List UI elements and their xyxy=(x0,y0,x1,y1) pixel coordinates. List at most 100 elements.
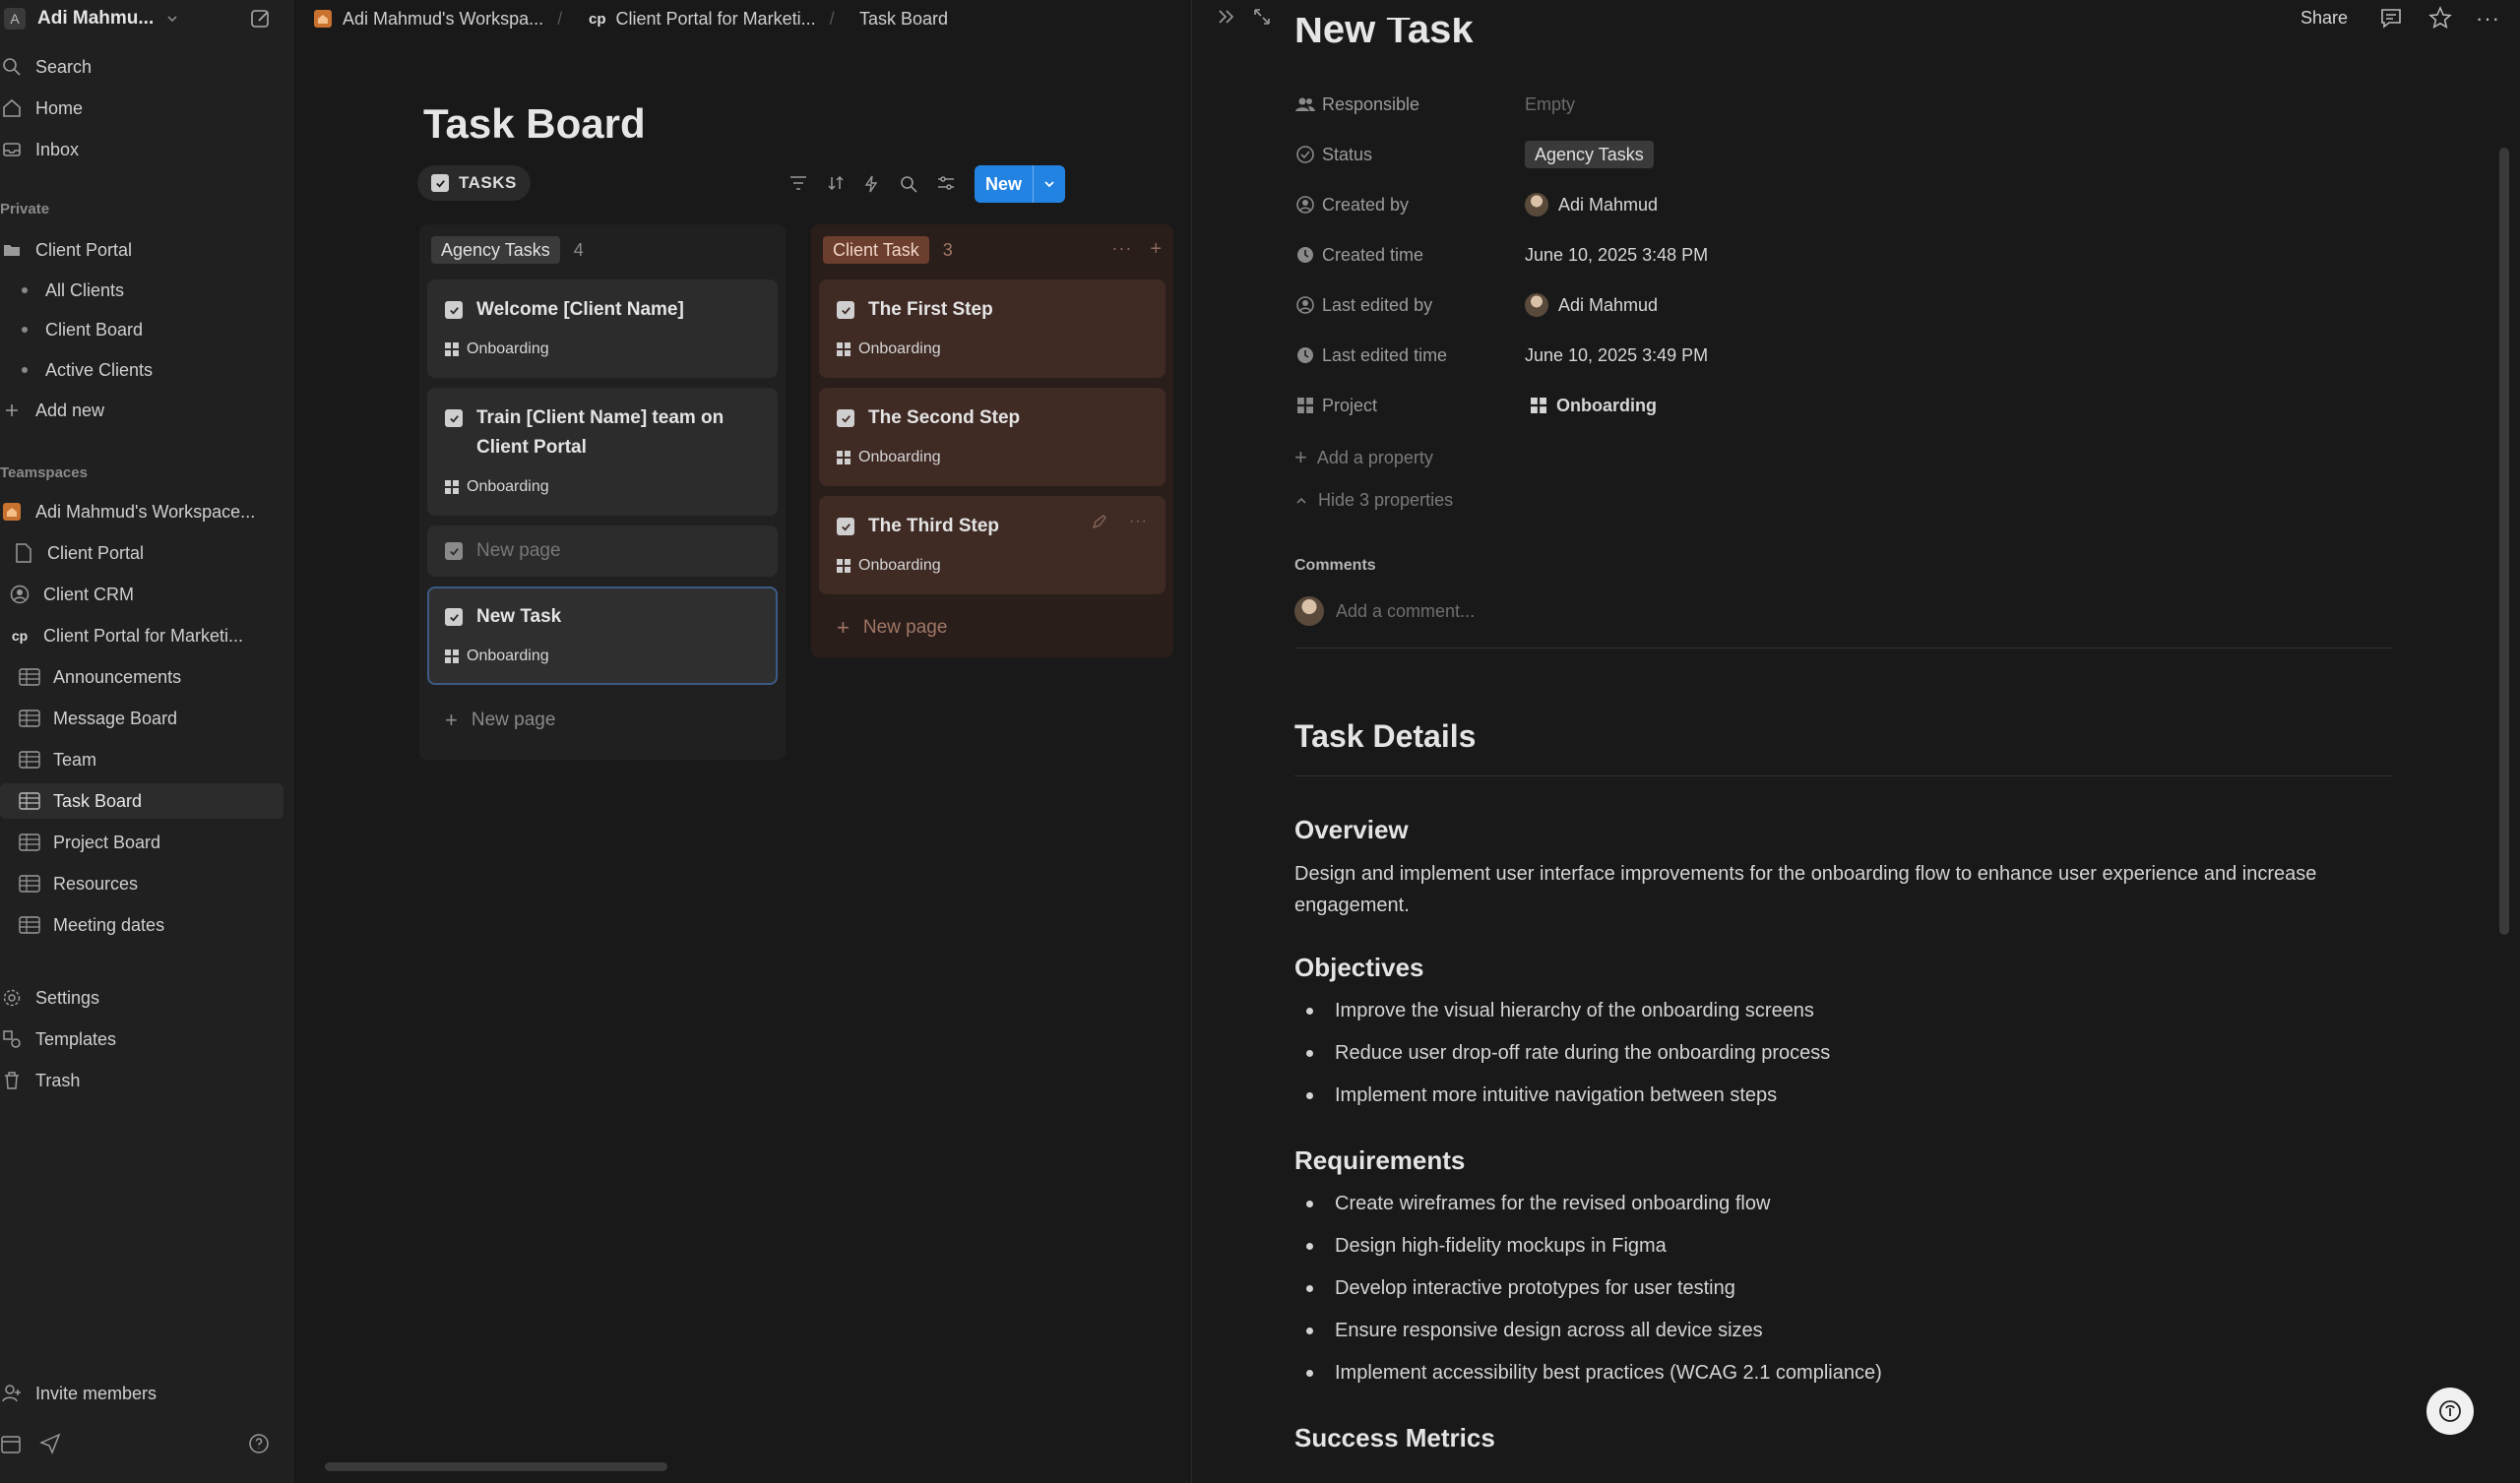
sidebar-item-client-portal-page[interactable]: Client Portal xyxy=(0,535,285,571)
card-title-text: New Task xyxy=(476,606,562,627)
column-tag[interactable]: Agency Tasks xyxy=(431,236,560,264)
property-created-time[interactable]: Created time June 10, 2025 3:48 PM xyxy=(1294,235,2476,275)
board-card[interactable]: The Second Step Onboarding xyxy=(819,388,1166,486)
new-page-icon[interactable] xyxy=(249,7,273,31)
property-created-by[interactable]: Created by Adi Mahmud xyxy=(1294,185,2476,224)
add-new-page-button[interactable]: + New page xyxy=(427,697,778,744)
plus-icon: + xyxy=(837,615,850,640)
overview-text: Design and implement user interface impr… xyxy=(1294,863,2317,916)
horizontal-scrollbar[interactable] xyxy=(325,1462,667,1471)
sidebar-item-announcements[interactable]: Announcements xyxy=(0,659,285,695)
sidebar-item-inbox[interactable]: Inbox xyxy=(0,132,285,167)
sidebar-item-meeting-dates[interactable]: Meeting dates xyxy=(0,907,285,943)
card-project-text: Onboarding xyxy=(858,340,941,357)
comment-icon[interactable] xyxy=(2379,6,2403,30)
filter-icon[interactable] xyxy=(789,175,807,191)
send-icon[interactable] xyxy=(39,1433,61,1454)
settings-sliders-icon[interactable] xyxy=(937,175,955,191)
help-icon[interactable] xyxy=(248,1433,270,1454)
expand-icon[interactable] xyxy=(1251,6,1273,28)
card-title: Train [Client Name] team on Client Porta… xyxy=(445,403,770,463)
column-header: Client Task 3 xyxy=(823,236,953,264)
sidebar-item-client-crm[interactable]: Client CRM xyxy=(0,577,285,612)
breadcrumb-item-task-board[interactable]: Task Board xyxy=(859,0,948,37)
sidebar-item-client-portal-marketing[interactable]: cp Client Portal for Marketi... xyxy=(0,618,285,653)
column-tag[interactable]: Client Task xyxy=(823,236,929,264)
sidebar-item-label: Adi Mahmud's Workspace... xyxy=(35,501,256,522)
grid-icon xyxy=(445,342,459,356)
add-property-button[interactable]: + Add a property xyxy=(1294,445,1433,470)
vertical-scrollbar[interactable] xyxy=(2499,148,2509,935)
add-new-page-button[interactable]: + New page xyxy=(819,604,1166,651)
grid-icon xyxy=(837,559,850,573)
add-user-icon xyxy=(0,1382,24,1405)
sidebar-item-settings[interactable]: Settings xyxy=(0,980,285,1016)
card-project-text: Onboarding xyxy=(467,478,549,495)
cp-icon: cp xyxy=(11,628,29,644)
breadcrumb-item-workspace[interactable]: Adi Mahmud's Workspa... / xyxy=(313,0,576,37)
board-card[interactable]: Train [Client Name] team on Client Porta… xyxy=(427,388,778,516)
sidebar-item-all-clients[interactable]: All Clients xyxy=(0,273,285,308)
calendar-icon[interactable] xyxy=(0,1433,22,1454)
sort-icon[interactable] xyxy=(827,175,845,191)
property-responsible[interactable]: Responsible Empty xyxy=(1294,85,2476,124)
card-project: Onboarding xyxy=(445,340,549,358)
add-new-page-label: New page xyxy=(471,710,556,730)
board-card[interactable]: The Third Step ··· Onboarding xyxy=(819,496,1166,594)
page-title[interactable]: New Task xyxy=(1294,18,1474,52)
tab-tasks[interactable]: TASKS xyxy=(417,165,531,201)
property-last-edited-time[interactable]: Last edited time June 10, 2025 3:49 PM xyxy=(1294,336,2476,375)
invite-members-button[interactable]: Invite members xyxy=(0,1376,285,1411)
edit-icon[interactable] xyxy=(1092,514,1107,529)
column-count: 4 xyxy=(573,239,584,260)
property-last-edited-by[interactable]: Last edited by Adi Mahmud xyxy=(1294,285,2476,325)
sidebar-item-label: Client Board xyxy=(45,319,144,340)
sidebar-item-active-clients[interactable]: Active Clients xyxy=(0,352,285,388)
more-icon[interactable]: ··· xyxy=(1129,514,1148,529)
board-card-selected[interactable]: New Task Onboarding xyxy=(427,587,778,685)
sidebar-item-workspace[interactable]: Adi Mahmud's Workspace... xyxy=(0,494,285,529)
chevron-down-icon[interactable] xyxy=(1034,177,1065,191)
sidebar-item-templates[interactable]: Templates xyxy=(0,1021,285,1057)
automation-icon[interactable] xyxy=(864,175,878,193)
search-icon[interactable] xyxy=(900,175,917,193)
sidebar-item-client-board[interactable]: Client Board xyxy=(0,312,285,347)
property-status[interactable]: Status Agency Tasks xyxy=(1294,135,2476,174)
board-card-untitled[interactable]: New page xyxy=(427,525,778,577)
plus-icon[interactable]: + xyxy=(1150,238,1162,261)
sidebar-item-project-board[interactable]: Project Board xyxy=(0,825,285,860)
property-project[interactable]: Project Onboarding xyxy=(1294,386,2476,425)
close-peek-icon[interactable] xyxy=(1216,6,1237,28)
list-item: Ensure responsive design across all devi… xyxy=(1294,1320,1763,1342)
sidebar-item-search[interactable]: Search xyxy=(0,49,285,85)
hide-properties-button[interactable]: Hide 3 properties xyxy=(1294,490,1453,511)
sidebar-item-home[interactable]: Home xyxy=(0,91,285,126)
sidebar-item-label: Home xyxy=(35,97,84,118)
more-icon[interactable]: ··· xyxy=(1111,238,1132,261)
people-icon xyxy=(1294,96,1316,112)
breadcrumb-label: Client Portal for Marketi... xyxy=(615,8,816,29)
board-card[interactable]: Welcome [Client Name] Onboarding xyxy=(427,279,778,378)
more-icon[interactable]: ··· xyxy=(2476,6,2500,31)
board-card[interactable]: The First Step Onboarding xyxy=(819,279,1166,378)
star-icon[interactable] xyxy=(2428,6,2452,30)
sidebar-item-message-board[interactable]: Message Board xyxy=(0,701,285,736)
property-name: Project xyxy=(1322,395,1378,415)
comment-input[interactable]: Add a comment... xyxy=(1294,596,1475,626)
status-badge: Agency Tasks xyxy=(1525,141,1654,168)
new-button[interactable]: New xyxy=(975,165,1065,203)
list-item: Design high-fidelity mockups in Figma xyxy=(1294,1235,1667,1258)
breadcrumb-item-client-portal[interactable]: cp Client Portal for Marketi... / xyxy=(589,0,849,37)
list-item: Implement accessibility best practices (… xyxy=(1294,1362,1882,1385)
ai-assistant-button[interactable] xyxy=(2426,1388,2474,1435)
sidebar-item-trash[interactable]: Trash xyxy=(0,1063,285,1098)
sidebar-add-new[interactable]: Add new xyxy=(0,393,285,428)
tab-label: TASKS xyxy=(459,173,517,192)
chevron-up-icon xyxy=(1294,494,1308,508)
share-button[interactable]: Share xyxy=(2300,8,2348,29)
sidebar-item-task-board[interactable]: Task Board xyxy=(0,783,284,819)
sidebar-item-team[interactable]: Team xyxy=(0,742,285,777)
section-label-teamspaces: Teamspaces xyxy=(0,464,88,481)
sidebar-item-client-portal[interactable]: Client Portal xyxy=(0,232,285,268)
sidebar-item-resources[interactable]: Resources xyxy=(0,866,285,901)
